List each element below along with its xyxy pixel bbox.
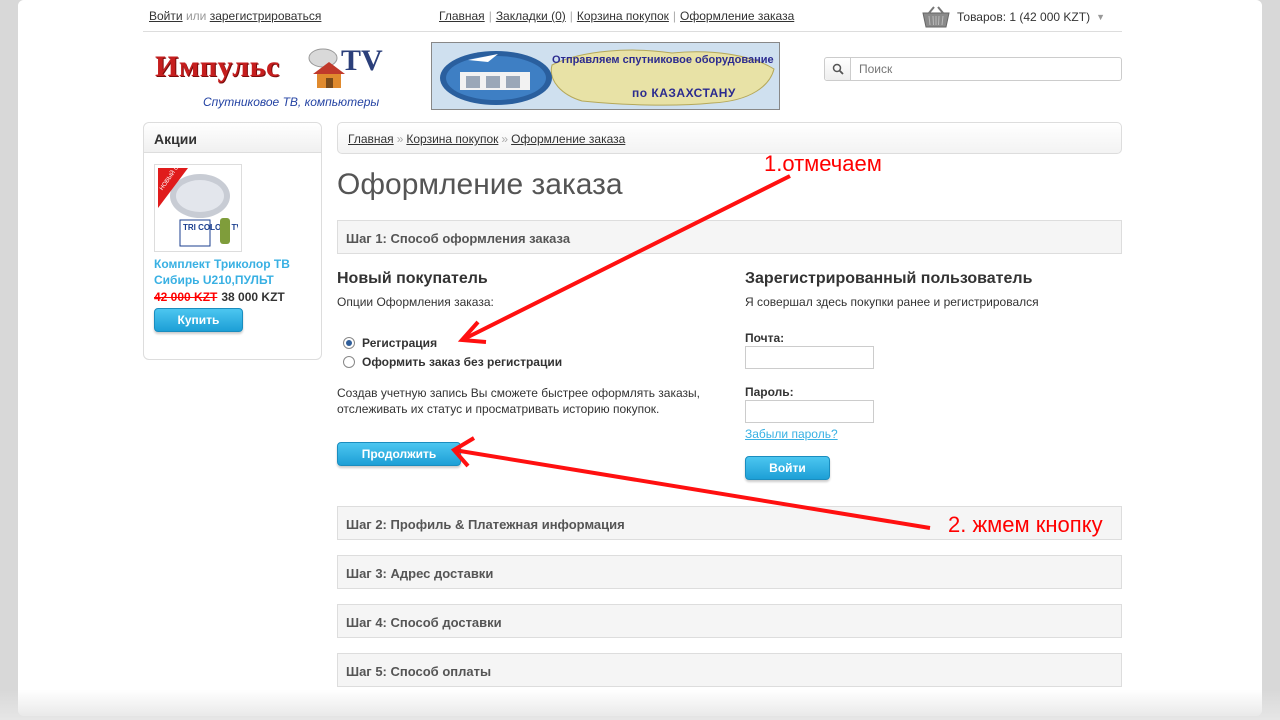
basket-icon	[922, 6, 950, 28]
top-links: Главная | Закладки (0) | Корзина покупок | Офо…	[439, 9, 795, 23]
email-label: Почта:	[745, 331, 785, 345]
new-customer-panel: Новый покупатель Опции Оформления заказа…	[337, 270, 717, 466]
breadcrumb-cart[interactable]: Корзина покупок	[406, 132, 498, 146]
top-link-home[interactable]: Главная	[439, 9, 485, 23]
header: Импульс TV Спутниковое ТВ, компьютеры От…	[143, 32, 1122, 120]
email-field[interactable]	[745, 346, 874, 369]
password-field[interactable]	[745, 400, 874, 423]
search-icon	[832, 63, 844, 75]
product-thumbnail[interactable]: НОВЫЙ СПУТНИК TRI COLO R TV	[154, 144, 242, 252]
search-input[interactable]	[851, 59, 1121, 79]
site-logo[interactable]: Импульс TV Спутниковое ТВ, компьютеры	[155, 42, 407, 114]
product-image: НОВЫЙ СПУТНИК TRI COLO R TV	[157, 144, 242, 248]
old-price: 42 000 KZT	[154, 290, 218, 304]
top-link-cart[interactable]: Корзина покупок	[577, 9, 669, 23]
product-price: 42 000 KZT 38 000 KZT	[154, 290, 285, 304]
specials-box: Акции НОВЫЙ СПУТНИК TRI COLO R TV Компле…	[143, 122, 322, 360]
top-link-wishlist[interactable]: Закладки (0)	[496, 9, 566, 23]
login-link[interactable]: Войти	[149, 9, 183, 23]
top-bar: Войти или зарегистрироваться Главная | Зак…	[143, 0, 1122, 32]
breadcrumb-home[interactable]: Главная	[348, 132, 394, 146]
radio-guest-label: Оформить заказ без регистрации	[362, 354, 563, 369]
new-price: 38 000 KZT	[221, 290, 285, 304]
radio-guest[interactable]: Оформить заказ без регистрации	[343, 352, 717, 371]
logo-tv: TV	[341, 44, 383, 77]
checkout-options-label: Опции Оформления заказа:	[337, 295, 494, 309]
step-1-header[interactable]: Шаг 1: Способ оформления заказа	[337, 220, 1122, 254]
radio-register-label: Регистрация	[362, 335, 438, 350]
buy-button[interactable]: Купить	[154, 308, 243, 332]
new-customer-heading: Новый покупатель	[337, 270, 488, 287]
login-button[interactable]: Войти	[745, 456, 830, 480]
search-button[interactable]	[825, 58, 851, 80]
chevron-down-icon: ▼	[1096, 12, 1105, 22]
returning-customer-panel: Зарегистрированный пользователь Я соверш…	[745, 270, 1122, 480]
breadcrumb-checkout[interactable]: Оформление заказа	[511, 132, 625, 146]
logo-name: Импульс	[155, 50, 280, 83]
register-link[interactable]: зарегистрироваться	[210, 9, 322, 23]
cart-summary[interactable]: Товаров: 1 (42 000 KZT) ▼	[921, 4, 1105, 30]
annotation-step-2: 2. жмем кнопку	[948, 512, 1103, 537]
breadcrumb: Главная» Корзина покупок» Оформление заказ…	[337, 122, 1122, 154]
main-content: Главная» Корзина покупок» Оформление заказ…	[337, 122, 1122, 702]
step-5-header[interactable]: Шаг 5: Способ оплаты	[337, 653, 1122, 687]
register-description: Создав учетную запись Вы сможете быстрее…	[337, 386, 700, 416]
search-box	[824, 57, 1122, 81]
step-3-header[interactable]: Шаг 3: Адрес доставки	[337, 555, 1122, 589]
radio-button-unchecked[interactable]	[343, 355, 355, 368]
radio-register[interactable]: Регистрация	[343, 333, 717, 352]
annotation-step-1: 1.отмечаем	[764, 151, 882, 176]
specials-title: Акции	[144, 123, 321, 153]
password-label: Пароль:	[745, 385, 794, 399]
banner-line-1: Отправляем спутниковое оборудование	[552, 54, 774, 66]
satellite-globe-image	[440, 51, 552, 105]
continue-button[interactable]: Продолжить	[337, 442, 461, 466]
or-text: или	[185, 9, 207, 23]
welcome-text: Войти или зарегистрироваться	[149, 9, 321, 23]
product-name-link[interactable]: Комплект Триколор ТВ Сибирь U210,ПУЛЬТ	[154, 256, 314, 288]
page: Войти или зарегистрироваться Главная | Зак…	[143, 0, 1122, 687]
top-link-checkout[interactable]: Оформление заказа	[680, 9, 794, 23]
step-4-header[interactable]: Шаг 4: Способ доставки	[337, 604, 1122, 638]
page-title: Оформление заказа	[337, 168, 623, 201]
step-1-body: Новый покупатель Опции Оформления заказа…	[337, 254, 1122, 506]
logo-tagline: Спутниковое ТВ, компьютеры	[203, 95, 380, 109]
promo-banner[interactable]: Отправляем спутниковое оборудование по К…	[431, 42, 780, 110]
bottom-fade	[0, 690, 1280, 720]
returning-customer-subtitle: Я совершал здесь покупки ранее и регистр…	[745, 295, 1039, 309]
radio-button-checked[interactable]	[343, 336, 355, 349]
cart-total: Товаров: 1 (42 000 KZT)	[957, 10, 1091, 24]
returning-customer-heading: Зарегистрированный пользователь	[745, 270, 1033, 287]
banner-line-2: по КАЗАХСТАНУ	[632, 86, 736, 100]
forgot-password-link[interactable]: Забыли пароль?	[745, 427, 1122, 441]
